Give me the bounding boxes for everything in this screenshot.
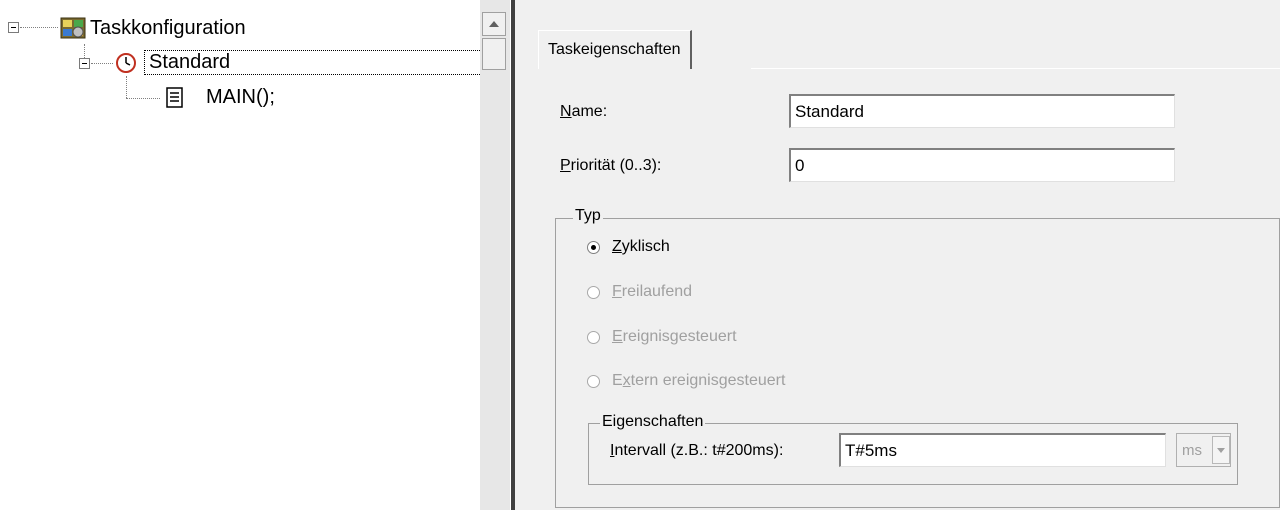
document-icon <box>166 86 184 109</box>
collapse-toggle-standard[interactable] <box>79 58 90 69</box>
tree-label-standard: Standard <box>144 50 486 75</box>
priority-label-mnemonic: P <box>560 157 571 174</box>
radio-ereignisgesteuert-label: reignisgesteuert <box>622 328 737 345</box>
radio-freilaufend-label: reilaufend <box>621 283 693 300</box>
tree-scrollbar[interactable] <box>480 0 510 510</box>
radio-button-extern-ereignisgesteuert[interactable] <box>587 374 600 388</box>
tree-node-main[interactable]: MAIN(); <box>166 86 275 109</box>
radio-zyklisch[interactable]: Zyklisch <box>587 238 670 256</box>
radio-zyklisch-mnemonic: Z <box>612 238 622 255</box>
eigenschaften-group-title: Eigenschaften <box>600 413 706 431</box>
name-label-text: ame: <box>571 103 608 120</box>
tree-label-main: MAIN(); <box>206 86 275 108</box>
radio-extern-mnemonic: x <box>622 372 631 389</box>
task-tree[interactable]: Taskkonfiguration Standard MAIN(); <box>0 0 486 510</box>
interval-label-text: ntervall (z.B.: t#200ms): <box>614 442 784 459</box>
priority-label-text: riorität (0..3): <box>570 157 662 174</box>
radio-ereignisgesteuert-mnemonic: E <box>612 328 623 345</box>
tree-label-root: Taskkonfiguration <box>90 16 246 39</box>
chevron-down-icon[interactable] <box>1212 436 1230 464</box>
task-config-icon <box>60 16 88 40</box>
name-input[interactable] <box>789 94 1175 128</box>
interval-input[interactable] <box>839 433 1166 467</box>
task-properties-panel: Taskeigenschaften Name: Priorität (0..3)… <box>515 0 1280 510</box>
radio-button-ereignisgesteuert[interactable] <box>587 330 600 344</box>
tab-taskeigenschaften[interactable]: Taskeigenschaften <box>538 30 692 69</box>
radio-ereignisgesteuert[interactable]: Ereignisgesteuert <box>587 328 737 346</box>
interval-label: Intervall (z.B.: t#200ms): <box>610 442 783 460</box>
radio-zyklisch-label: yklisch <box>621 238 670 255</box>
radio-extern-label: tern ereignisgesteuert <box>630 372 786 389</box>
scroll-up-button[interactable] <box>482 12 506 36</box>
priority-label: Priorität (0..3): <box>560 157 661 175</box>
priority-input[interactable] <box>789 148 1175 182</box>
tree-node-taskkonfiguration[interactable]: Taskkonfiguration <box>60 16 246 40</box>
interval-unit-value: ms <box>1182 441 1202 459</box>
radio-freilaufend-mnemonic: F <box>612 283 622 300</box>
clock-icon <box>115 52 137 74</box>
radio-extern-ereignisgesteuert[interactable]: Extern ereignisgesteuert <box>587 372 785 390</box>
tab-label: Taskeigenschaften <box>548 41 681 58</box>
tab-strip-line <box>751 68 1280 69</box>
radio-button-freilaufend[interactable] <box>587 285 600 299</box>
interval-unit-dropdown[interactable]: ms <box>1176 433 1231 467</box>
type-group-title: Typ <box>573 207 603 225</box>
collapse-toggle-root[interactable] <box>8 22 19 33</box>
radio-button-zyklisch[interactable] <box>587 240 600 254</box>
radio-freilaufend[interactable]: Freilaufend <box>587 283 692 301</box>
name-label: Name: <box>560 103 607 121</box>
scroll-thumb[interactable] <box>482 38 506 70</box>
tree-node-standard[interactable]: Standard <box>115 50 486 75</box>
name-label-mnemonic: N <box>560 103 572 120</box>
radio-extern-prefix: E <box>612 372 623 389</box>
